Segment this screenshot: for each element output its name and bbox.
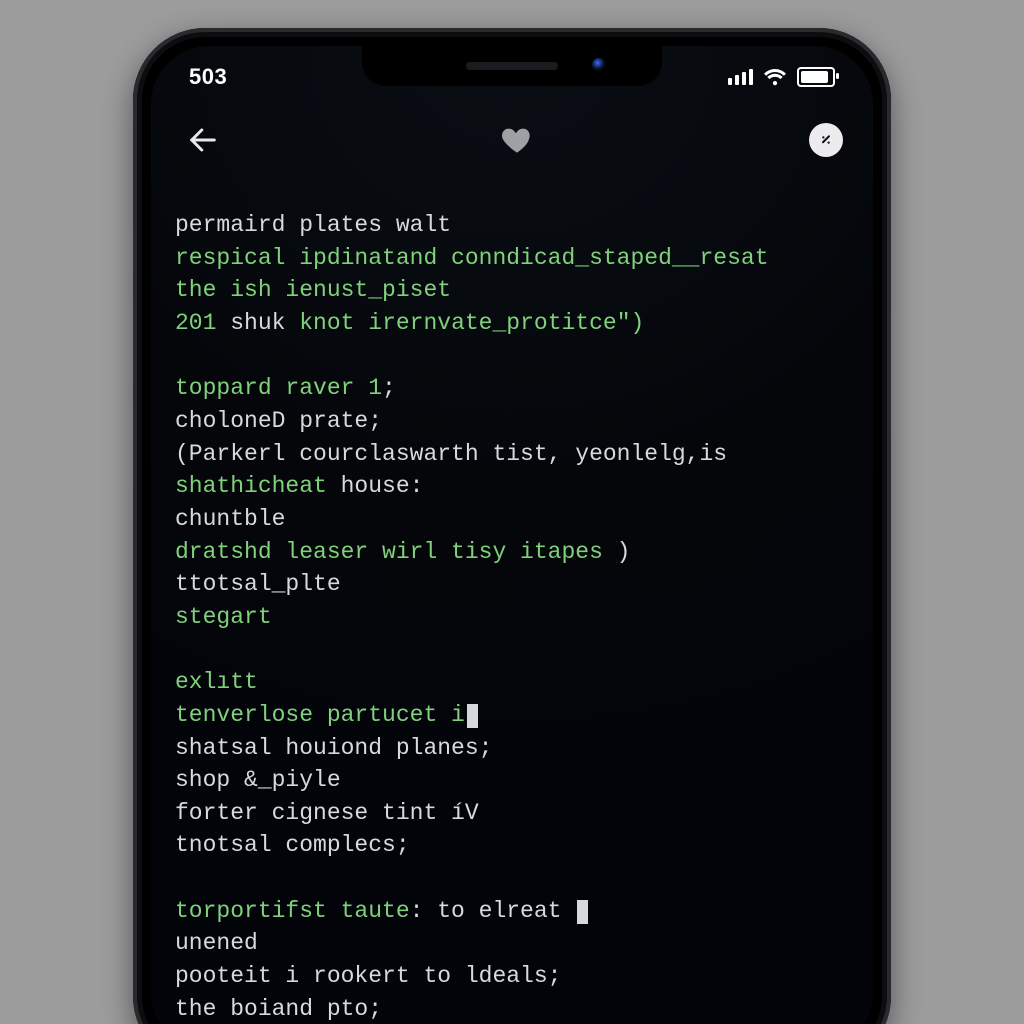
code-line: choloneD prate;	[175, 405, 853, 438]
text-cursor	[467, 704, 478, 728]
code-line: permaird plates walt	[175, 209, 853, 242]
screen: 503	[151, 46, 873, 1024]
code-line: exlıtt	[175, 666, 853, 699]
blank-line	[175, 862, 853, 895]
code-line: dratshd leaser wirl tisy itapes )	[175, 536, 853, 569]
code-line: stegart	[175, 601, 853, 634]
code-line: tnotsal complecs;	[175, 829, 853, 862]
text-cursor	[577, 900, 588, 924]
code-line: chuntble	[175, 503, 853, 536]
blank-line	[175, 634, 853, 667]
blank-line	[175, 340, 853, 373]
code-line: shatsal houiond planes;	[175, 732, 853, 765]
code-line: (Parkerl courclaswarth tist, yeonlelg,is	[175, 438, 853, 471]
volume-down-button[interactable]	[133, 404, 135, 490]
favorite-heart-icon[interactable]	[500, 123, 534, 157]
status-bar: 503	[151, 46, 873, 102]
code-line: respical ipdinatand conndicad_staped__re…	[175, 242, 853, 275]
code-line: toppard raver 1;	[175, 372, 853, 405]
silent-switch[interactable]	[133, 228, 135, 274]
code-line: torportifst taute: to elreat	[175, 895, 853, 928]
code-line: tenverlose partucet i	[175, 699, 853, 732]
nav-bar	[151, 102, 873, 178]
code-line: the boiand pto;	[175, 993, 853, 1024]
power-button[interactable]	[889, 308, 891, 438]
code-line: ttotsal_plte	[175, 568, 853, 601]
code-line: the ish ienust_piset	[175, 274, 853, 307]
volume-up-button[interactable]	[133, 298, 135, 384]
code-line: shathicheat house:	[175, 470, 853, 503]
code-viewer[interactable]: permaird plates waltrespical ipdinatand …	[175, 209, 853, 1024]
back-button[interactable]	[181, 118, 225, 162]
wifi-icon	[763, 68, 787, 86]
code-line: unened	[175, 927, 853, 960]
status-time: 503	[189, 58, 369, 90]
phone-frame: 503	[133, 28, 891, 1024]
code-line: 201 shuk knot irernvate_protitce")	[175, 307, 853, 340]
battery-icon	[797, 67, 835, 87]
code-line: pooteit i rookert to ldeals;	[175, 960, 853, 993]
code-line: shop &_piyle	[175, 764, 853, 797]
more-action-button[interactable]	[809, 123, 843, 157]
code-line: forter cignese tint íV	[175, 797, 853, 830]
cellular-signal-icon	[728, 69, 753, 85]
